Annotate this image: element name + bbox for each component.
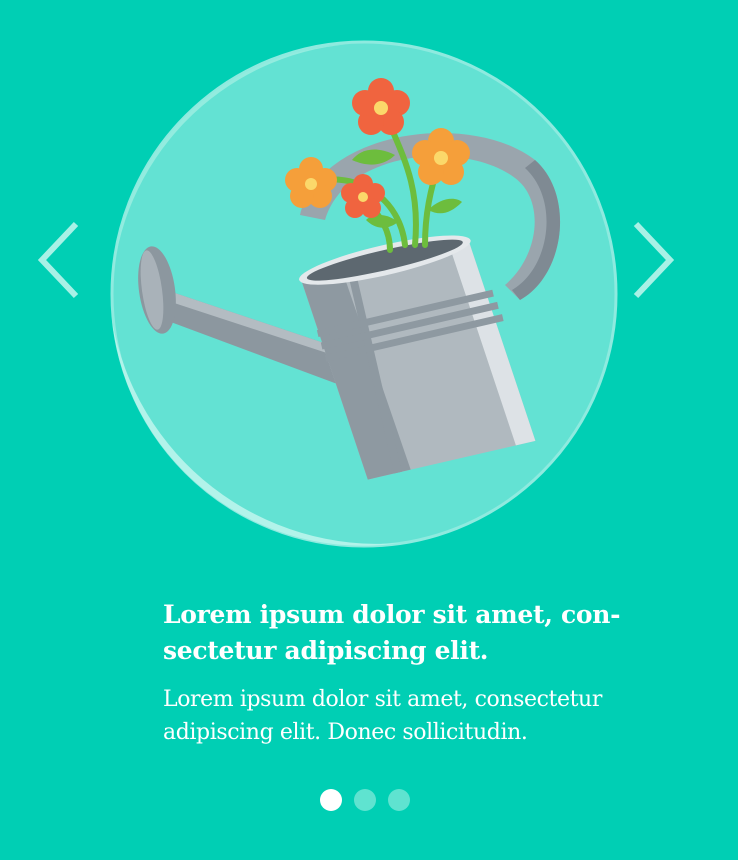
slide-title: Lorem ipsum dolor sit amet, con-sectetur… [163,600,621,665]
pagination-dot-2[interactable] [354,789,376,811]
pagination-dot-1[interactable] [320,789,342,811]
chevron-right-icon [633,221,675,299]
next-slide-button[interactable] [628,220,678,300]
onboarding-carousel: Lorem ipsum dolor sit amet, con-sectetur… [0,0,738,860]
previous-slide-button[interactable] [34,220,84,300]
chevron-left-icon [37,221,79,299]
pagination-dots [320,789,410,811]
pagination-dot-3[interactable] [388,789,410,811]
slide-description: Lorem ipsum dolor sit amet, consectetur … [163,687,602,745]
